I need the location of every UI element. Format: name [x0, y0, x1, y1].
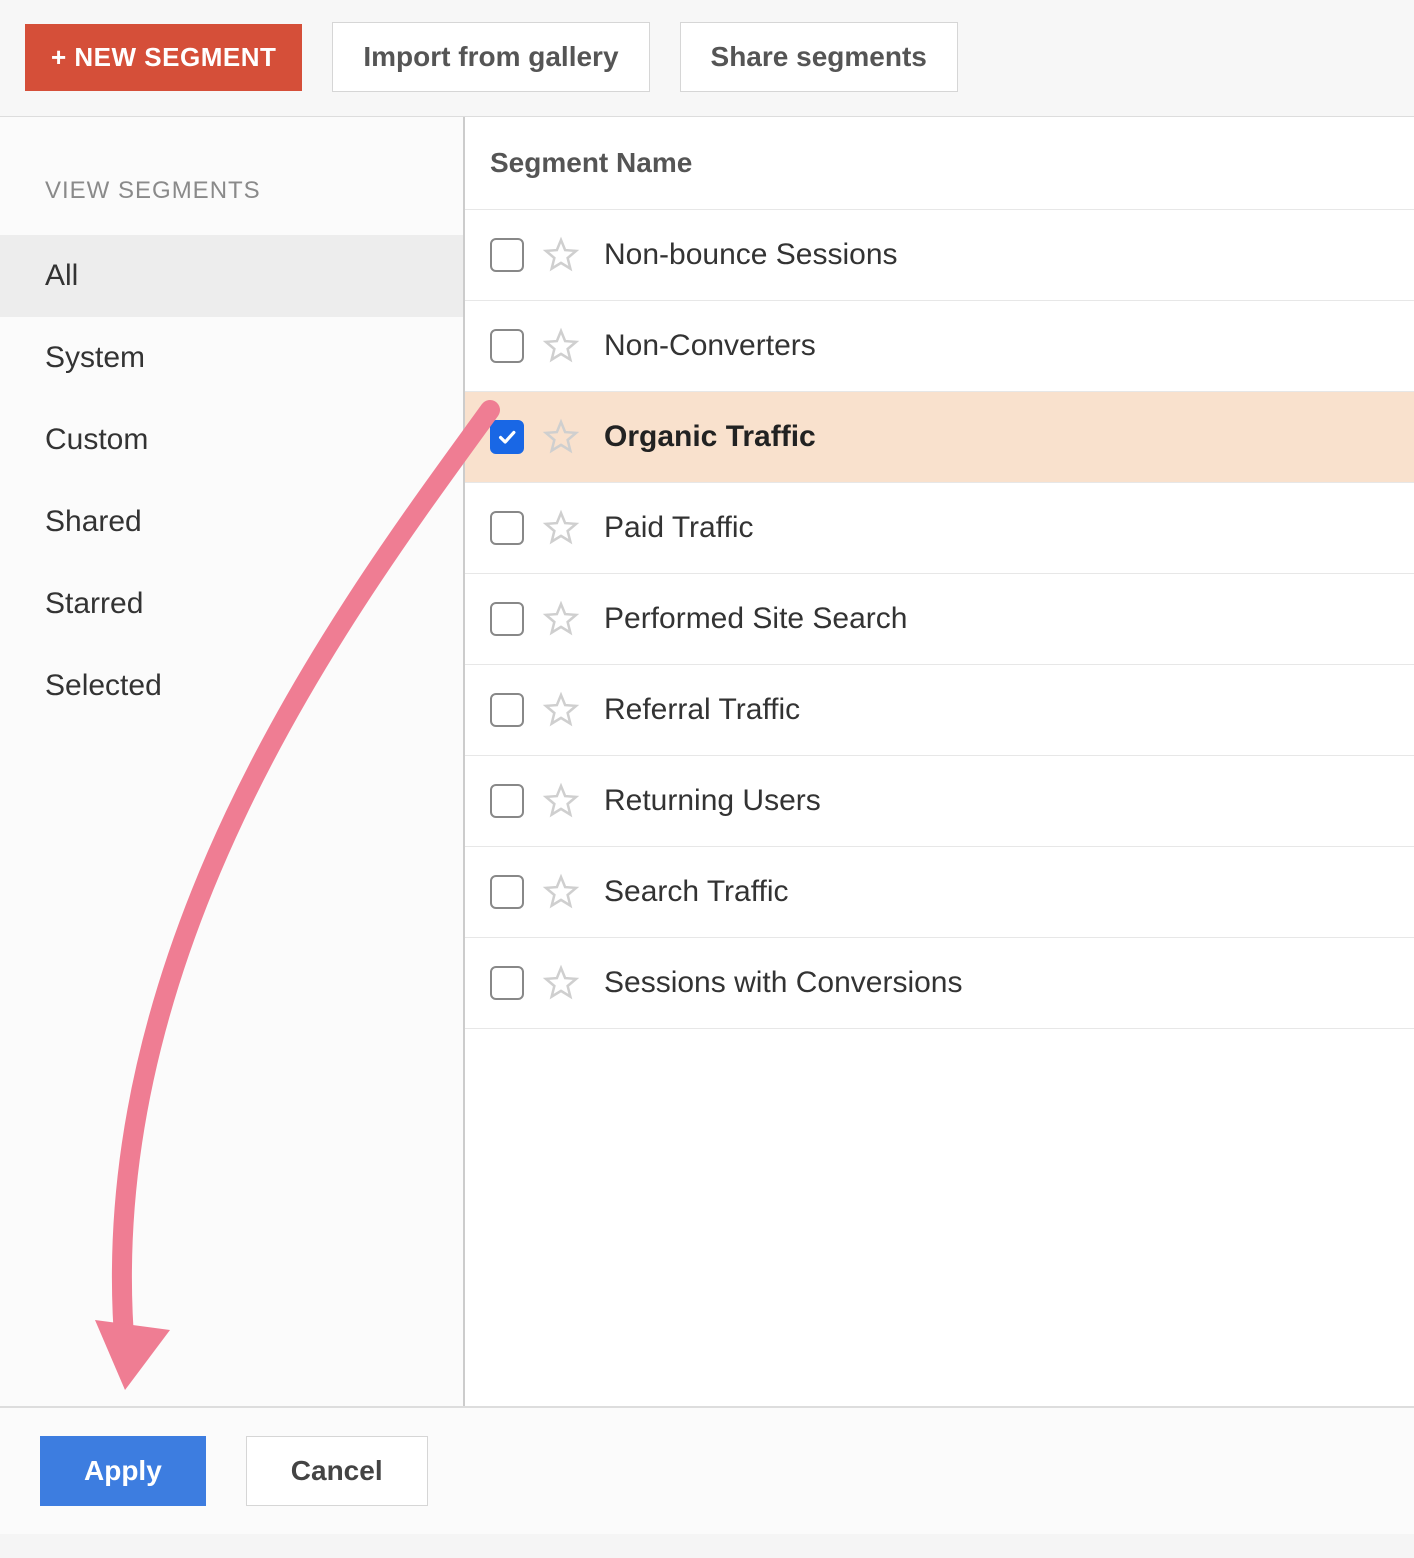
- sidebar-item-shared[interactable]: Shared: [0, 481, 463, 563]
- sidebar-item-label: Starred: [45, 587, 143, 620]
- sidebar-item-label: All: [45, 259, 78, 292]
- sidebar-item-label: System: [45, 341, 145, 374]
- sidebar-item-selected[interactable]: Selected: [0, 645, 463, 727]
- sidebar-item-all[interactable]: All: [0, 235, 463, 317]
- segment-row[interactable]: Sessions with Conversions: [465, 938, 1414, 1029]
- segment-label: Returning Users: [598, 784, 821, 818]
- share-segments-button[interactable]: Share segments: [680, 22, 958, 92]
- star-icon[interactable]: [542, 236, 580, 274]
- cancel-button[interactable]: Cancel: [246, 1436, 428, 1506]
- segment-checkbox[interactable]: [490, 602, 524, 636]
- sidebar: VIEW SEGMENTS All System Custom Shared Starr…: [0, 117, 465, 1406]
- star-icon[interactable]: [542, 964, 580, 1002]
- segment-column-header[interactable]: Segment Name: [465, 117, 1414, 210]
- segment-checkbox[interactable]: [490, 966, 524, 1000]
- star-icon[interactable]: [542, 418, 580, 456]
- star-icon[interactable]: [542, 873, 580, 911]
- sidebar-item-custom[interactable]: Custom: [0, 399, 463, 481]
- segment-checkbox[interactable]: [490, 784, 524, 818]
- sidebar-item-label: Shared: [45, 505, 142, 538]
- star-icon[interactable]: [542, 691, 580, 729]
- import-from-gallery-button[interactable]: Import from gallery: [332, 22, 649, 92]
- segment-label: Sessions with Conversions: [598, 966, 963, 1000]
- new-segment-button[interactable]: + NEW SEGMENT: [25, 24, 302, 91]
- sidebar-header: VIEW SEGMENTS: [0, 177, 463, 235]
- segment-panel: Segment Name Non-bounce Sessions Non-Conv…: [465, 117, 1414, 1406]
- segment-label: Referral Traffic: [598, 693, 800, 727]
- segment-checkbox[interactable]: [490, 875, 524, 909]
- segment-label: Search Traffic: [598, 875, 789, 909]
- segment-label: Paid Traffic: [598, 511, 754, 545]
- segment-label: Organic Traffic: [598, 420, 816, 454]
- segment-row[interactable]: Paid Traffic: [465, 483, 1414, 574]
- segment-checkbox[interactable]: [490, 329, 524, 363]
- star-icon[interactable]: [542, 327, 580, 365]
- main-area: VIEW SEGMENTS All System Custom Shared Starr…: [0, 116, 1414, 1406]
- footer: Apply Cancel: [0, 1406, 1414, 1534]
- segment-label: Non-bounce Sessions: [598, 238, 898, 272]
- segment-row[interactable]: Performed Site Search: [465, 574, 1414, 665]
- segment-checkbox[interactable]: [490, 511, 524, 545]
- segment-row[interactable]: Referral Traffic: [465, 665, 1414, 756]
- star-icon[interactable]: [542, 600, 580, 638]
- star-icon[interactable]: [542, 782, 580, 820]
- segment-checkbox[interactable]: [490, 420, 524, 454]
- segment-label: Non-Converters: [598, 329, 816, 363]
- segment-row[interactable]: Organic Traffic: [465, 392, 1414, 483]
- sidebar-item-starred[interactable]: Starred: [0, 563, 463, 645]
- sidebar-item-system[interactable]: System: [0, 317, 463, 399]
- segment-row[interactable]: Search Traffic: [465, 847, 1414, 938]
- segment-checkbox[interactable]: [490, 693, 524, 727]
- apply-button[interactable]: Apply: [40, 1436, 206, 1506]
- toolbar: + NEW SEGMENT Import from gallery Share …: [0, 0, 1414, 116]
- sidebar-item-label: Custom: [45, 423, 148, 456]
- segment-row[interactable]: Non-bounce Sessions: [465, 210, 1414, 301]
- segment-row[interactable]: Non-Converters: [465, 301, 1414, 392]
- segment-row[interactable]: Returning Users: [465, 756, 1414, 847]
- star-icon[interactable]: [542, 509, 580, 547]
- sidebar-item-label: Selected: [45, 669, 162, 702]
- segment-label: Performed Site Search: [598, 602, 907, 636]
- segment-checkbox[interactable]: [490, 238, 524, 272]
